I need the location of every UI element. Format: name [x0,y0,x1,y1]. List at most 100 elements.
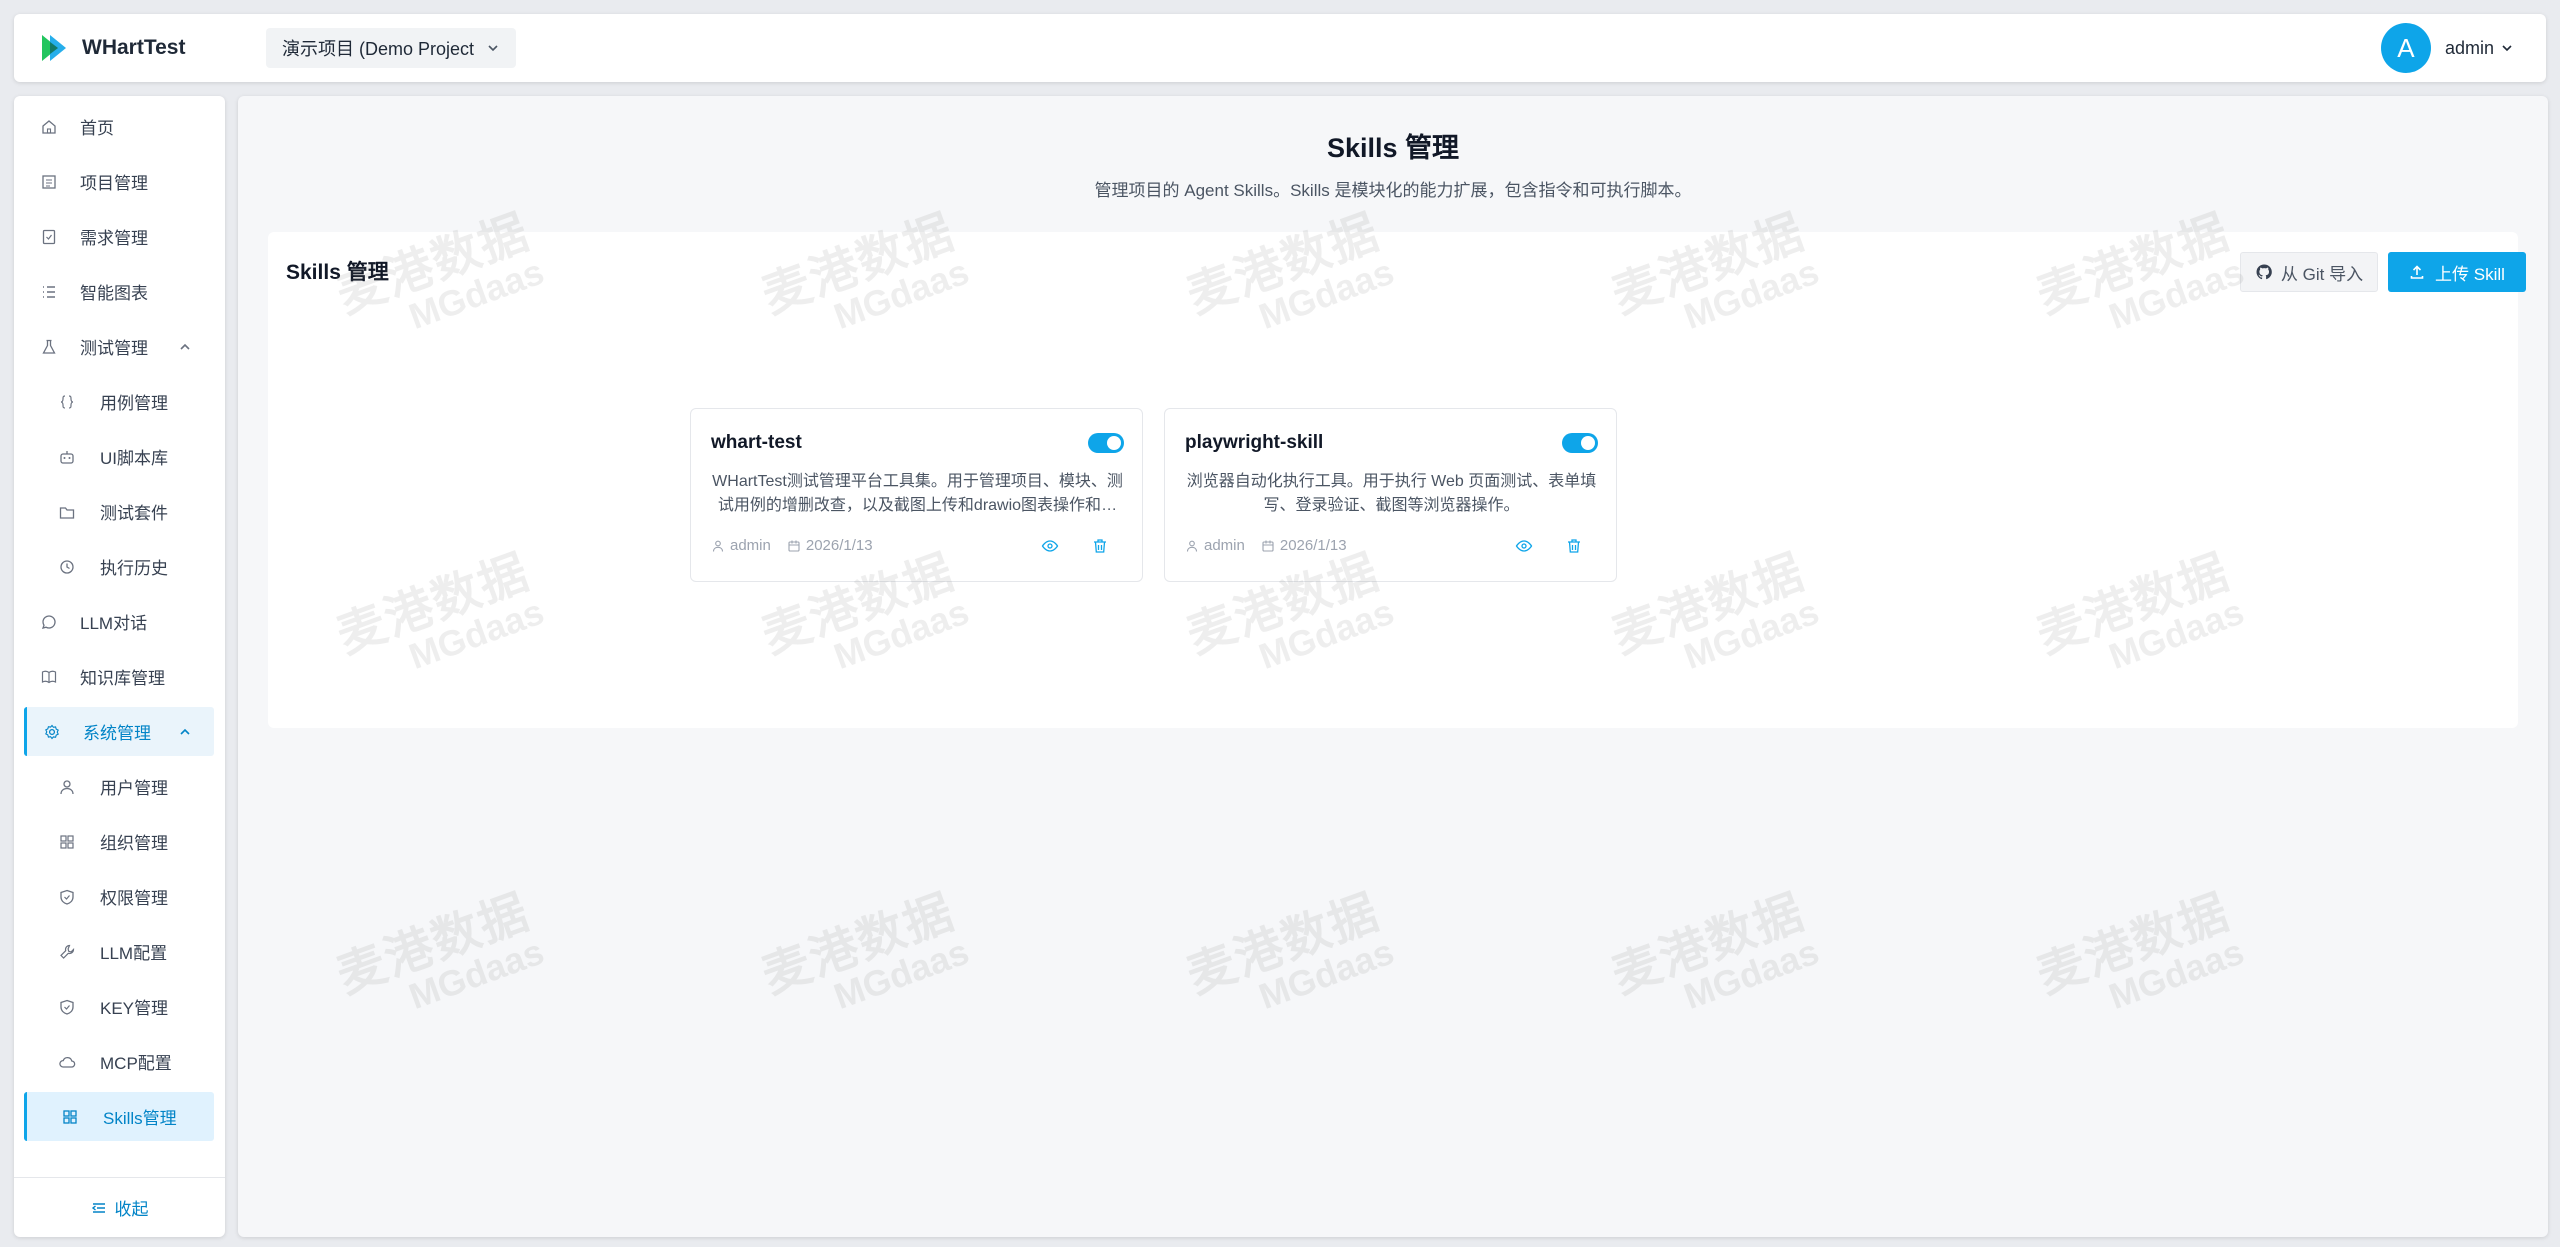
upload-icon [2409,264,2435,280]
delete-icon[interactable] [1091,537,1109,555]
upload-skill-button[interactable]: 上传 Skill [2388,252,2526,292]
sidebar-item-llm-config[interactable]: LLM配置 [24,927,214,976]
sidebar-item-label: 用户管理 [100,779,168,798]
sidebar-item-execution-history[interactable]: 执行历史 [24,542,214,591]
sidebar-item-label: 执行历史 [100,559,168,578]
sidebar-item-key-management[interactable]: KEY管理 [24,982,214,1031]
apps-icon [61,1108,79,1126]
skill-meta: admin 2026/1/13 [1185,537,1347,554]
sidebar-item-label: 知识库管理 [80,669,165,688]
upload-skill-label: 上传 Skill [2435,264,2505,284]
skill-enabled-toggle[interactable] [1562,433,1598,453]
main-content: Skills 管理 管理项目的 Agent Skills。Skills 是模块化… [238,96,2548,1237]
skill-description: WHartTest测试管理平台工具集。用于管理项目、模块、测试用例的增删改查，以… [712,473,1123,514]
app-name: WHartTest [82,36,186,59]
chat-icon [40,613,58,631]
sidebar: 首页 项目管理 需求管理 智能图表 测试管理 用例管理 UI脚本库 测试套件 执… [14,96,225,1237]
requirement-icon [40,228,58,246]
sidebar-item-test-management[interactable]: 测试管理 [24,322,214,371]
braces-icon [58,393,76,411]
chevron-up-icon [178,340,192,354]
robot-icon [58,448,76,466]
sidebar-item-mcp-config[interactable]: MCP配置 [24,1037,214,1086]
chevron-down-icon [486,41,500,55]
page-subtitle: 管理项目的 Agent Skills。Skills 是模块化的能力扩展，包含指令… [1094,181,1692,200]
panel-title: Skills 管理 [286,261,389,284]
skill-meta: admin 2026/1/13 [711,537,873,554]
calendar-icon [787,539,801,553]
wrench-icon [58,943,76,961]
project-selector-value: 演示项目 (Demo Project [282,39,475,59]
sidebar-item-label: MCP配置 [100,1054,172,1073]
flask-icon [40,338,58,356]
skills-panel: Skills 管理 从 Git 导入 上传 Skill whart-test W… [268,232,2526,728]
sidebar-item-label: KEY管理 [100,999,169,1018]
user-icon [711,539,725,553]
sidebar-item-label: Skills管理 [103,1109,177,1128]
sidebar-item-label: 组织管理 [100,834,168,853]
cloud-icon [58,1053,76,1071]
chevron-up-icon [178,725,192,739]
sidebar-item-requirements[interactable]: 需求管理 [24,212,214,261]
sidebar-item-system-management[interactable]: 系统管理 [24,707,214,756]
logo-icon [38,32,70,64]
skill-card[interactable]: playwright-skill 浏览器自动化执行工具。用于执行 Web 页面测… [1164,408,1617,582]
list-icon [40,283,58,301]
sidebar-item-projects[interactable]: 项目管理 [24,157,214,206]
sidebar-item-knowledge-base[interactable]: 知识库管理 [24,652,214,701]
skill-card[interactable]: whart-test WHartTest测试管理平台工具集。用于管理项目、模块、… [690,408,1143,582]
skill-name: playwright-skill [1185,432,1324,453]
grid-icon [58,833,76,851]
view-icon[interactable] [1041,537,1059,555]
sidebar-item-label: 权限管理 [100,889,168,908]
shield-icon [58,888,76,906]
user-icon [58,778,76,796]
user-name: admin [2444,37,2494,58]
sidebar-item-label: 智能图表 [80,284,148,303]
skill-date: 2026/1/13 [805,537,873,554]
skill-date: 2026/1/13 [1279,537,1347,554]
calendar-icon [1261,539,1275,553]
github-icon [2255,263,2281,281]
user-menu[interactable]: A admin [2380,23,2514,73]
avatar: A [2380,23,2431,73]
sidebar-item-label: 项目管理 [80,174,148,193]
gear-icon [43,723,61,741]
history-icon [58,558,76,576]
collapse-icon [91,1200,115,1216]
skill-description: 浏览器自动化执行工具。用于执行 Web 页面测试、表单填写、登录验证、截图等浏览… [1186,473,1597,514]
sidebar-item-test-suites[interactable]: 测试套件 [24,487,214,536]
sidebar-item-label: 需求管理 [80,229,148,248]
book-icon [40,668,58,686]
view-icon[interactable] [1515,537,1533,555]
folder-icon [58,503,76,521]
sidebar-item-ui-scripts[interactable]: UI脚本库 [24,432,214,481]
skill-author: admin [1204,537,1245,554]
sidebar-item-label: LLM配置 [100,944,168,963]
home-icon [40,118,58,136]
sidebar-item-smart-charts[interactable]: 智能图表 [24,267,214,316]
skill-enabled-toggle[interactable] [1088,433,1124,453]
delete-icon[interactable] [1565,537,1583,555]
sidebar-item-label: UI脚本库 [100,449,168,468]
sidebar-item-label: 首页 [80,119,114,138]
sidebar-item-skills[interactable]: Skills管理 [24,1092,214,1141]
sidebar-item-test-cases[interactable]: 用例管理 [24,377,214,426]
collapse-label: 收起 [114,1200,149,1219]
key-shield-icon [58,998,76,1016]
chevron-down-icon [2500,41,2514,55]
sidebar-item-organizations[interactable]: 组织管理 [24,817,214,866]
sidebar-item-label: 系统管理 [83,724,151,743]
sidebar-item-home[interactable]: 首页 [24,102,214,151]
app-logo[interactable]: WHartTest [38,32,248,64]
skill-name: whart-test [711,432,802,453]
sidebar-item-label: 用例管理 [100,394,168,413]
sidebar-item-llm-chat[interactable]: LLM对话 [24,597,214,646]
import-from-git-button[interactable]: 从 Git 导入 [2240,252,2378,292]
page-title: Skills 管理 [1326,133,1460,163]
project-selector[interactable]: 演示项目 (Demo Project [266,28,516,68]
collapse-sidebar-button[interactable]: 收起 [14,1177,225,1237]
sidebar-item-permissions[interactable]: 权限管理 [24,872,214,921]
project-icon [40,173,58,191]
sidebar-item-users[interactable]: 用户管理 [24,762,214,811]
